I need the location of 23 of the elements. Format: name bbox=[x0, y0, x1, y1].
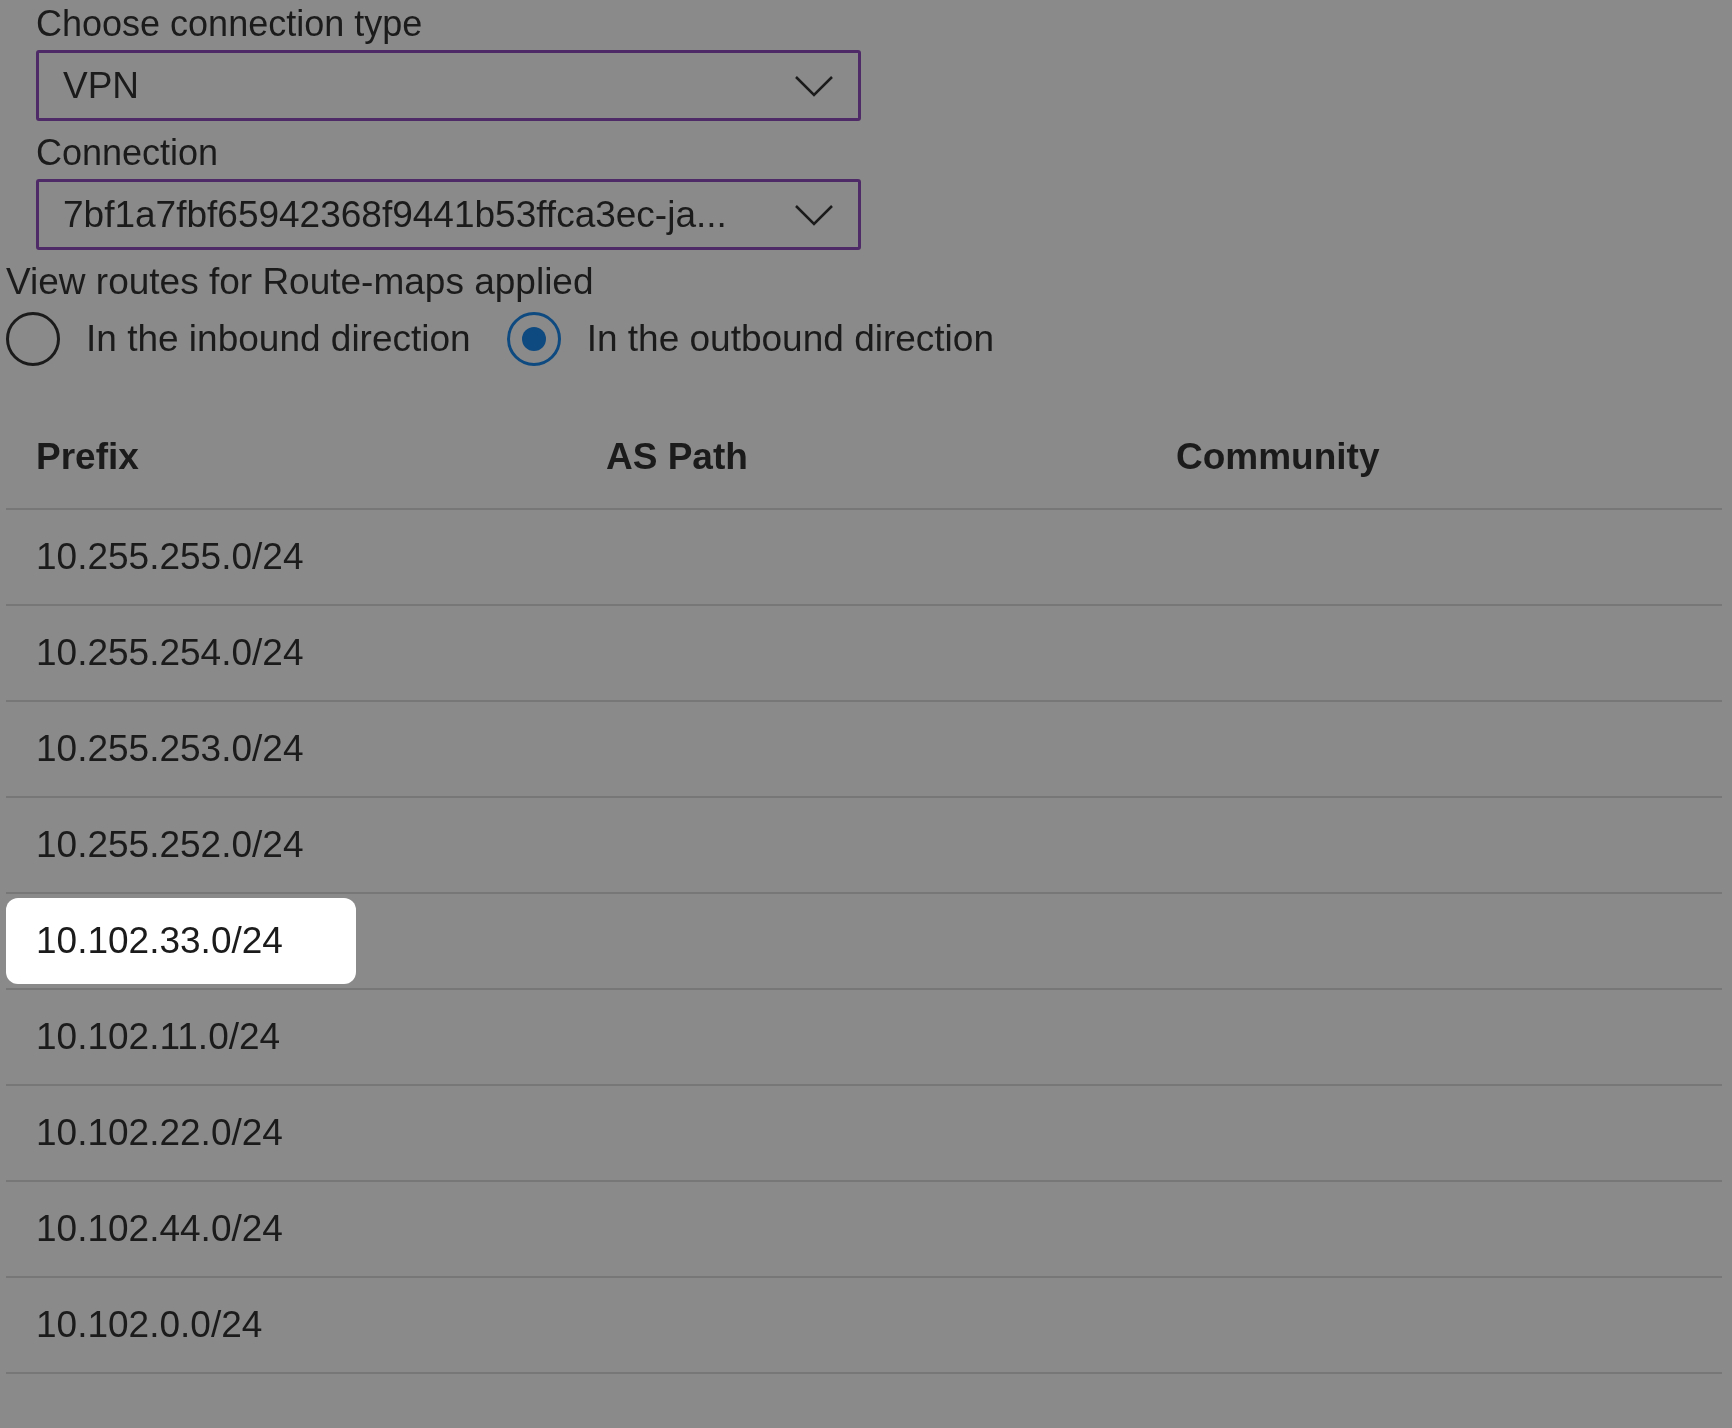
radio-option[interactable]: In the inbound direction bbox=[6, 312, 471, 366]
radio-button[interactable] bbox=[6, 312, 60, 366]
field-label: Choose connection type bbox=[36, 2, 424, 46]
table-cell-text: 10.255.253.0/24 bbox=[35, 727, 305, 771]
table-cell: 10.102.33.0/24 bbox=[6, 898, 356, 984]
dropdown[interactable]: 7bf1a7fbf65942368f9441b53ffca3ec-ja... bbox=[36, 179, 861, 250]
chevron-down-icon bbox=[794, 203, 834, 226]
dropdown[interactable]: VPN bbox=[36, 50, 861, 121]
table-cell-text: 10.102.0.0/24 bbox=[35, 1303, 264, 1347]
table-cell-text: 10.102.22.0/24 bbox=[35, 1111, 284, 1155]
table-cell-text: 10.255.255.0/24 bbox=[35, 535, 305, 579]
column-header[interactable]: Prefix bbox=[6, 414, 576, 500]
column-header[interactable]: Community bbox=[1146, 414, 1716, 500]
chevron-down-icon bbox=[794, 74, 834, 97]
column-header[interactable]: AS Path bbox=[576, 414, 1146, 500]
radio-option[interactable]: In the outbound direction bbox=[506, 312, 994, 366]
table-cell-text: 10.255.254.0/24 bbox=[35, 631, 305, 675]
table-cell-text: 10.102.44.0/24 bbox=[35, 1207, 284, 1251]
table-cell-text: 10.255.252.0/24 bbox=[35, 823, 305, 867]
table-cell-text: 10.102.11.0/24 bbox=[35, 1015, 282, 1059]
field-label: Connection bbox=[36, 131, 220, 175]
group-label: View routes for Route-maps applied bbox=[6, 260, 595, 304]
radio-button[interactable] bbox=[506, 312, 561, 366]
